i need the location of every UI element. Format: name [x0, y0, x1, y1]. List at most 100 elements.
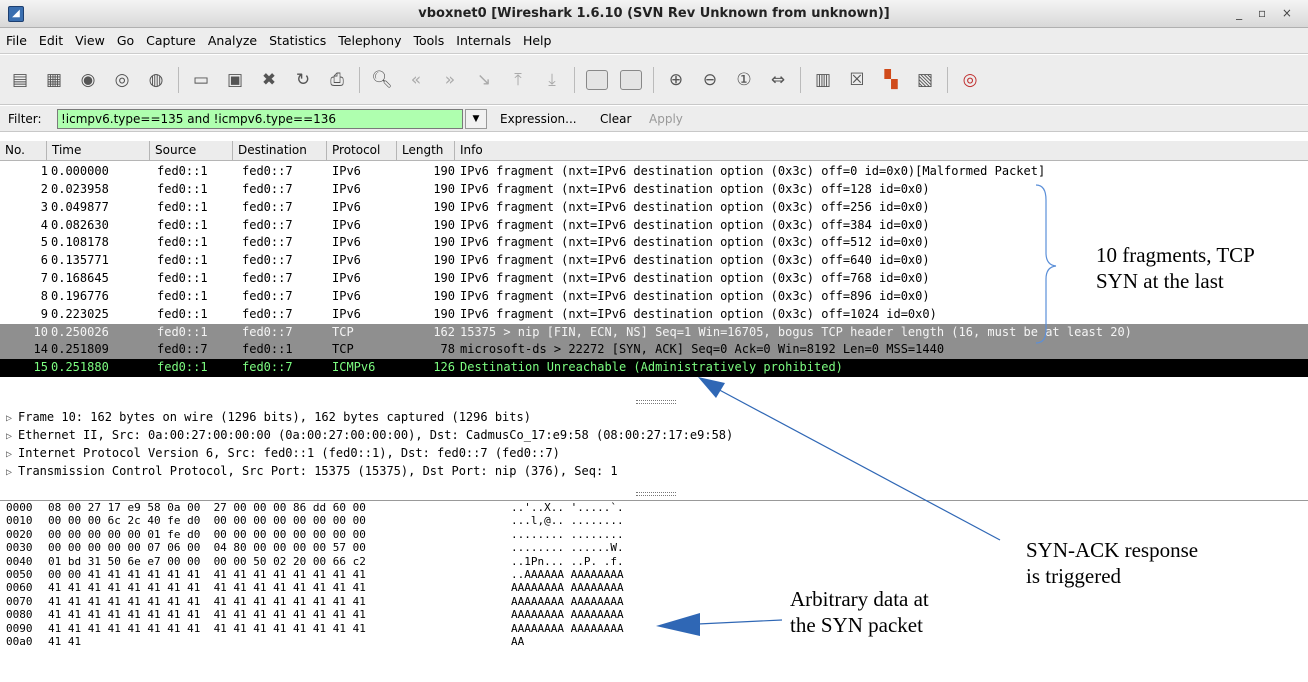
apply-button[interactable]: Apply — [649, 112, 683, 126]
start-capture-icon[interactable]: ◉ — [74, 66, 102, 94]
hex-line[interactable]: 0000 08 00 27 17 e9 58 0a 00 27 00 00 00 … — [0, 501, 1308, 514]
hex-line[interactable]: 0080 41 41 41 41 41 41 41 41 41 41 41 41 … — [0, 608, 1308, 621]
window-controls[interactable]: _ ▫ × — [1236, 6, 1298, 20]
resize-columns-icon[interactable]: ⇔ — [764, 66, 792, 94]
go-back-icon[interactable]: « — [402, 66, 430, 94]
packet-row[interactable]: 4 0.082630 fed0::1 fed0::7 IPv6 190 IPv6 fragm… — [0, 217, 1308, 235]
menu-telephony[interactable]: Telephony — [338, 33, 401, 48]
menu-edit[interactable]: Edit — [39, 33, 63, 48]
packet-time: 0.168645 — [51, 271, 109, 286]
hex-bytes: 41 41 41 41 41 41 41 41 41 41 41 41 41 4… — [48, 621, 366, 635]
hex-line[interactable]: 0090 41 41 41 41 41 41 41 41 41 41 41 41 … — [0, 622, 1308, 635]
packet-row[interactable]: 9 0.223025 fed0::1 fed0::7 IPv6 190 IPv6 fragm… — [0, 306, 1308, 324]
expand-arrow-icon[interactable]: ▷ — [6, 464, 18, 482]
zoom-out-icon[interactable]: ⊖ — [696, 66, 724, 94]
normal-size-icon[interactable]: ① — [730, 66, 758, 94]
menu-statistics[interactable]: Statistics — [269, 33, 326, 48]
close-file-icon[interactable]: ✖ — [255, 66, 283, 94]
packet-no: 15 — [33, 360, 48, 375]
packet-row[interactable]: 10 0.250026 fed0::1 fed0::7 TCP 162 15375 > ni… — [0, 323, 1308, 342]
hex-line[interactable]: 00a0 41 41 AA — [0, 635, 1308, 648]
preferences-icon[interactable]: ▧ — [911, 66, 939, 94]
packet-no: 8 — [40, 288, 48, 303]
pane-splitter[interactable] — [636, 492, 676, 496]
print-icon[interactable]: ⎙ — [323, 66, 351, 94]
column-header-info[interactable]: Info — [455, 141, 1308, 161]
help-icon[interactable]: ◎ — [956, 66, 984, 94]
synack-arrowhead — [698, 377, 725, 398]
packet-row[interactable]: 2 0.023958 fed0::1 fed0::7 IPv6 190 IPv6 fragm… — [0, 181, 1308, 199]
packet-row[interactable]: 3 0.049877 fed0::1 fed0::7 IPv6 190 IPv6 fragm… — [0, 199, 1308, 217]
menu-capture[interactable]: Capture — [146, 33, 196, 48]
column-header-source[interactable]: Source — [150, 141, 233, 161]
menu-file[interactable]: File — [6, 33, 27, 48]
go-forward-icon[interactable]: » — [436, 66, 464, 94]
zoom-in-icon[interactable]: ⊕ — [662, 66, 690, 94]
display-filters-icon[interactable]: ☒ — [843, 66, 871, 94]
annotation-line: SYN-ACK response — [1026, 538, 1199, 562]
column-header-time[interactable]: Time — [47, 141, 150, 161]
packet-destination: fed0::7 — [242, 217, 293, 232]
stop-capture-icon[interactable]: ◎ — [108, 66, 136, 94]
menu-help[interactable]: Help — [523, 33, 552, 48]
hex-line[interactable]: 0070 41 41 41 41 41 41 41 41 41 41 41 41 … — [0, 595, 1308, 608]
column-header-protocol[interactable]: Protocol — [327, 141, 397, 161]
display-filter-input[interactable]: !icmpv6.type==135 and !icmpv6.type==136 — [57, 109, 463, 129]
interfaces-icon[interactable]: ▤ — [6, 66, 34, 94]
column-header-length[interactable]: Length — [397, 141, 455, 161]
menu-go[interactable]: Go — [117, 33, 134, 48]
find-packet-icon[interactable]: 🔍︎ — [368, 66, 396, 94]
last-packet-icon[interactable]: ⤓ — [538, 66, 566, 94]
column-header-no[interactable]: No. — [0, 141, 47, 161]
menu-internals[interactable]: Internals — [456, 33, 511, 48]
packet-info: IPv6 fragment (nxt=IPv6 destination opti… — [460, 235, 930, 250]
title-bar: ◢ vboxnet0 [Wireshark 1.6.10 (SVN Rev Un… — [0, 0, 1308, 28]
hex-bytes: 01 bd 31 50 6e e7 00 00 00 00 50 02 20 0… — [48, 554, 366, 568]
restart-capture-icon[interactable]: ◍ — [142, 66, 170, 94]
packet-no: 5 — [40, 235, 48, 250]
packet-length: 190 — [433, 306, 455, 321]
capture-options-icon[interactable]: ▦ — [40, 66, 68, 94]
reload-icon[interactable]: ↻ — [289, 66, 317, 94]
packet-row[interactable]: 1 0.000000 fed0::1 fed0::7 IPv6 190 IPv6 fragm… — [0, 163, 1308, 181]
auto-scroll-icon[interactable] — [617, 66, 645, 94]
go-to-packet-icon[interactable]: ↘ — [470, 66, 498, 94]
packet-protocol: IPv6 — [332, 253, 361, 268]
menu-tools[interactable]: Tools — [413, 33, 444, 48]
packet-source: fed0::1 — [157, 217, 208, 232]
capture-filters-icon[interactable]: ▥ — [809, 66, 837, 94]
detail-tcp[interactable]: ▷ Transmission Control Protocol, Src Port… — [0, 462, 1308, 480]
column-header-destination[interactable]: Destination — [233, 141, 327, 161]
packet-row-selected[interactable]: 15 0.251880 fed0::1 fed0::7 ICMPv6 126 Destina… — [0, 359, 1308, 378]
colorize-icon[interactable] — [583, 66, 611, 94]
packet-info: microsoft-ds > 22272 [SYN, ACK] Seq=0 Ac… — [460, 342, 945, 357]
expression-button[interactable]: Expression... — [500, 112, 577, 126]
menu-analyze[interactable]: Analyze — [208, 33, 257, 48]
first-packet-icon[interactable]: ⤒ — [504, 66, 532, 94]
hex-bytes: 41 41 — [48, 634, 82, 648]
detail-ipv6[interactable]: ▷ Internet Protocol Version 6, Src: fed0:… — [0, 444, 1308, 462]
hex-ascii: ........ ........ — [511, 527, 624, 541]
menu-view[interactable]: View — [75, 33, 105, 48]
detail-frame[interactable]: ▷ Frame 10: 162 bytes on wire (1296 bits)… — [0, 408, 1308, 426]
packet-source: fed0::1 — [157, 164, 208, 178]
coloring-rules-icon[interactable]: ▚ — [877, 66, 905, 94]
detail-ethernet[interactable]: ▷ Ethernet II, Src: 0a:00:27:00:00:00 (0a… — [0, 426, 1308, 444]
pane-splitter[interactable] — [636, 400, 676, 404]
packet-time: 0.108178 — [51, 235, 109, 250]
clear-button[interactable]: Clear — [600, 112, 631, 126]
packet-time: 0.135771 — [51, 253, 109, 268]
save-file-icon[interactable]: ▣ — [221, 66, 249, 94]
packet-destination: fed0::7 — [242, 324, 293, 339]
open-file-icon[interactable]: ▭ — [187, 66, 215, 94]
hex-line[interactable]: 0010 00 00 00 6c 2c 40 fe d0 00 00 00 00 … — [0, 514, 1308, 527]
packet-list-header: No. Time Source Destination Protocol Len… — [0, 141, 1308, 161]
hex-offset: 0000 — [6, 501, 33, 514]
packet-source: fed0::1 — [157, 181, 208, 196]
hex-bytes: 41 41 41 41 41 41 41 41 41 41 41 41 41 4… — [48, 581, 366, 595]
filter-dropdown-icon[interactable]: ▼ — [465, 109, 487, 129]
detail-text: Ethernet II, Src: 0a:00:27:00:00:00 (0a:… — [18, 428, 734, 442]
packet-protocol: IPv6 — [332, 164, 361, 178]
packet-row[interactable]: 14 0.251809 fed0::7 fed0::1 TCP 78 microsoft-d… — [0, 341, 1308, 360]
packet-protocol: IPv6 — [332, 288, 361, 303]
